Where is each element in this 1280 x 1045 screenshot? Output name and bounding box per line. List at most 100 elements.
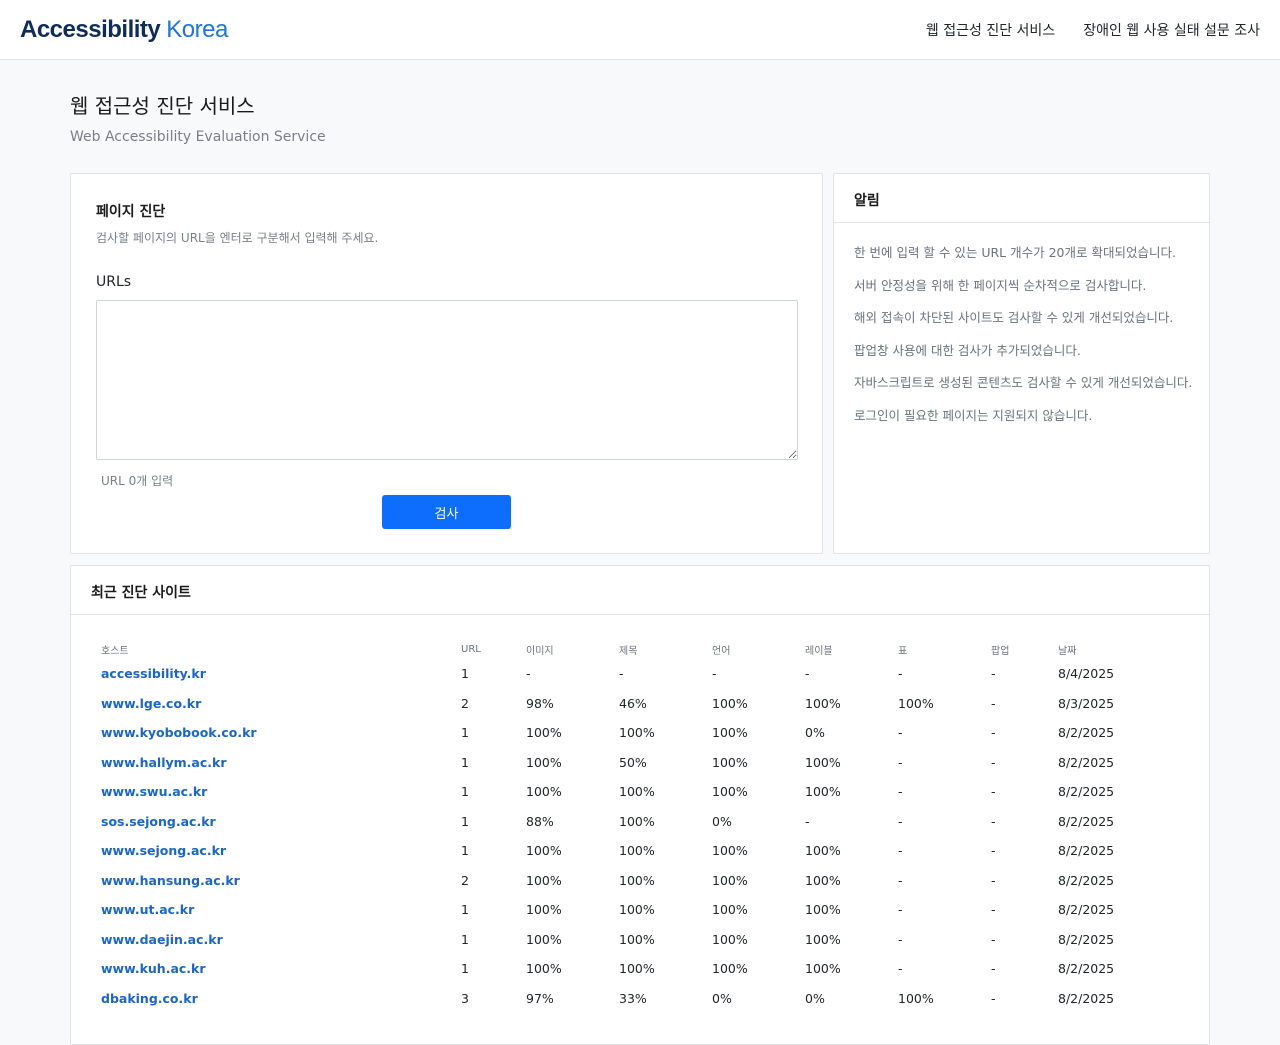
host-link[interactable]: www.hallym.ac.kr: [101, 755, 227, 770]
cell-label: 100%: [805, 784, 841, 800]
host-link[interactable]: accessibility.kr: [101, 666, 206, 681]
column-header-language: 언어: [712, 645, 731, 657]
cell-popup: -: [991, 725, 996, 741]
host-link[interactable]: www.daejin.ac.kr: [101, 932, 223, 947]
cell-url-count: 1: [461, 902, 469, 918]
urls-label: URLs: [96, 274, 132, 290]
host-link[interactable]: www.swu.ac.kr: [101, 784, 207, 799]
notice-item: 해외 접속이 차단된 사이트도 검사할 수 있게 개선되었습니다.: [854, 310, 1174, 325]
cell-title: 100%: [619, 725, 655, 741]
cell-title: 46%: [619, 695, 647, 711]
host-link[interactable]: www.kuh.ac.kr: [101, 961, 206, 976]
cell-language: 100%: [712, 902, 748, 918]
host-link[interactable]: sos.sejong.ac.kr: [101, 814, 216, 829]
cell-popup: -: [991, 695, 996, 711]
cell-label: 100%: [805, 902, 841, 918]
cell-popup: -: [991, 784, 996, 800]
column-header-host: 호스트: [101, 645, 129, 657]
column-header-image: 이미지: [526, 645, 554, 657]
cell-host: www.kyobobook.co.kr: [101, 718, 461, 748]
cell-url-count: 3: [461, 990, 469, 1006]
table-row: www.kyobobook.co.kr 1 100% 100% 100% 0% …: [101, 718, 1158, 748]
host-link[interactable]: www.ut.ac.kr: [101, 902, 194, 917]
notice-item: 자바스크립트로 생성된 콘텐츠도 검사할 수 있게 개선되었습니다.: [854, 375, 1193, 390]
cell-host: www.hansung.ac.kr: [101, 866, 461, 896]
column-header-url: URL: [461, 643, 481, 655]
cell-popup: -: [991, 990, 996, 1006]
table-row: www.hallym.ac.kr 1 100% 50% 100% 100% - …: [101, 748, 1158, 778]
cell-date: 8/2/2025: [1058, 843, 1115, 859]
diagnosis-title: 페이지 진단: [96, 204, 166, 220]
host-link[interactable]: www.kyobobook.co.kr: [101, 725, 257, 740]
cell-image: 100%: [526, 843, 562, 859]
notice-item: 서버 안정성을 위해 한 페이지씩 순차적으로 검사합니다.: [854, 277, 1147, 293]
page-header: 웹 접근성 진단 서비스 Web Accessibility Evaluatio…: [0, 60, 1280, 145]
cell-url-count: 1: [461, 754, 469, 770]
urls-textarea[interactable]: [96, 300, 798, 460]
notice-list: 한 번에 입력 할 수 있는 URL 개수가 20개로 확대되었습니다. 서버 …: [834, 223, 1209, 440]
nav-link-web-accessibility[interactable]: 웹 접근성 진단 서비스: [926, 20, 1055, 40]
cell-title: 100%: [619, 843, 655, 859]
notice-title: 알림: [834, 174, 1209, 223]
cell-url-count: 1: [461, 784, 469, 800]
table-row: www.kuh.ac.kr 1 100% 100% 100% 100% - - …: [101, 954, 1158, 984]
cell-popup: -: [991, 931, 996, 947]
diagnosis-description: 검사할 페이지의 URL을 엔터로 구분해서 입력해 주세요.: [96, 231, 379, 245]
cell-image: -: [526, 666, 531, 682]
check-button[interactable]: 검사: [382, 495, 511, 529]
table-row: dbaking.co.kr 3 97% 33% 0% 0% 100% - 8/2…: [101, 984, 1158, 1014]
main-nav: 웹 접근성 진단 서비스 장애인 웹 사용 실태 설문 조사: [926, 20, 1260, 40]
cell-popup: -: [991, 666, 996, 682]
column-header-popup: 팝업: [991, 645, 1010, 657]
cell-host: dbaking.co.kr: [101, 984, 461, 1014]
cell-host: www.lge.co.kr: [101, 689, 461, 719]
cell-image: 100%: [526, 784, 562, 800]
recent-sites-panel: 최근 진단 사이트 호스트 URL 이미지 제목 언어 레이블 표 팝업 날짜 …: [70, 565, 1210, 1045]
column-header-table: 표: [898, 645, 908, 657]
cell-date: 8/2/2025: [1058, 961, 1115, 977]
cell-title: 100%: [619, 872, 655, 888]
cell-date: 8/2/2025: [1058, 902, 1115, 918]
cell-language: 100%: [712, 872, 748, 888]
host-link[interactable]: www.lge.co.kr: [101, 696, 201, 711]
cell-host: www.sejong.ac.kr: [101, 836, 461, 866]
cell-table: -: [898, 961, 903, 977]
logo-main-text: Accessibility: [20, 15, 161, 43]
cell-label: -: [805, 666, 810, 682]
host-link[interactable]: www.hansung.ac.kr: [101, 873, 240, 888]
table-row: sos.sejong.ac.kr 1 88% 100% 0% - - - 8/2…: [101, 807, 1158, 837]
cell-language: 0%: [712, 990, 732, 1006]
cell-table: -: [898, 784, 903, 800]
page-title: 웹 접근성 진단 서비스: [70, 94, 255, 118]
cell-title: 100%: [619, 931, 655, 947]
cell-date: 8/2/2025: [1058, 931, 1115, 947]
cell-image: 100%: [526, 931, 562, 947]
cell-title: 100%: [619, 961, 655, 977]
cell-url-count: 1: [461, 931, 469, 947]
table-row: www.swu.ac.kr 1 100% 100% 100% 100% - - …: [101, 777, 1158, 807]
host-link[interactable]: dbaking.co.kr: [101, 991, 198, 1006]
table-row: www.daejin.ac.kr 1 100% 100% 100% 100% -…: [101, 925, 1158, 955]
cell-url-count: 1: [461, 843, 469, 859]
table-row: www.ut.ac.kr 1 100% 100% 100% 100% - - 8…: [101, 895, 1158, 925]
cell-label: 0%: [805, 990, 825, 1006]
cell-language: 100%: [712, 843, 748, 859]
column-header-label: 레이블: [805, 645, 833, 657]
cell-date: 8/2/2025: [1058, 754, 1115, 770]
cell-host: sos.sejong.ac.kr: [101, 807, 461, 837]
cell-host: www.daejin.ac.kr: [101, 925, 461, 955]
cell-language: 100%: [712, 784, 748, 800]
host-link[interactable]: www.sejong.ac.kr: [101, 843, 226, 858]
logo-accent-text: Korea: [166, 15, 228, 43]
cell-date: 8/2/2025: [1058, 784, 1115, 800]
cell-popup: -: [991, 813, 996, 829]
site-logo[interactable]: Accessibility Korea: [20, 16, 228, 44]
cell-table: -: [898, 843, 903, 859]
cell-image: 100%: [526, 961, 562, 977]
cell-image: 100%: [526, 725, 562, 741]
recent-sites-table: 호스트 URL 이미지 제목 언어 레이블 표 팝업 날짜 accessibil…: [101, 639, 1158, 1013]
cell-title: 50%: [619, 754, 647, 770]
nav-link-survey[interactable]: 장애인 웹 사용 실태 설문 조사: [1083, 20, 1260, 40]
cell-table: -: [898, 813, 903, 829]
cell-label: -: [805, 813, 810, 829]
